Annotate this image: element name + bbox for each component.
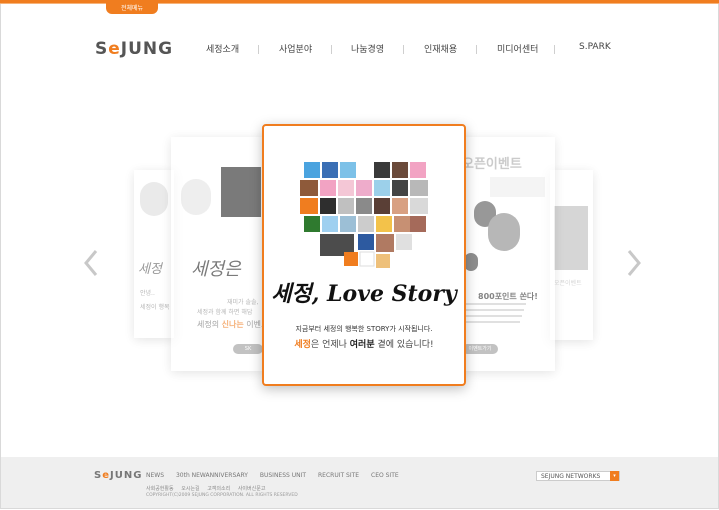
card-caption: 안녕.. — [140, 290, 155, 297]
card-script-text: 세정 — [138, 262, 162, 277]
card-photo — [554, 206, 588, 270]
nav-divider — [554, 45, 555, 54]
sejung-logo[interactable]: SeJUNG — [95, 39, 173, 59]
card-text-line — [464, 315, 522, 317]
footer-link-business-unit[interactable]: BUSINESS UNIT — [260, 472, 306, 479]
carousel-card-far-right[interactable]: 오픈이벤트 — [550, 170, 593, 340]
footer-sublink-csr[interactable]: 사회공헌활동 — [146, 486, 174, 492]
featured-slogan: 세정은 언제나 여러분 곁에 있습니다! — [264, 337, 464, 350]
nav-item-spark[interactable]: S.PARK — [579, 42, 611, 52]
footer-copyright: COPYRIGHT(C)2009 SEJUNG CORPORATION. ALL… — [146, 493, 298, 498]
carousel-card-right[interactable]: 오픈이벤트 800포인트 쏜다! 이벤트가기 — [460, 137, 555, 371]
nav-item-recruit[interactable]: 인재채용 — [424, 42, 457, 55]
logo-e: e — [108, 39, 121, 59]
card-button[interactable]: SK — [233, 344, 263, 354]
card-script-text: 세정은 — [191, 259, 241, 280]
sejung-networks-select[interactable]: SEJUNG NETWORKS ▾ — [536, 471, 620, 481]
logo-s: S — [95, 39, 109, 59]
gift-box-image — [221, 167, 261, 217]
slogan-sejung: 세정 — [294, 340, 311, 350]
card-title-faded: 오픈이벤트 — [554, 280, 582, 287]
nav-item-about[interactable]: 세정소개 — [206, 42, 239, 55]
featured-tagline: 지금부터 세정의 행복한 STORY가 시작됩니다. — [295, 325, 433, 333]
slogan-text: 은 언제나 — [310, 340, 350, 350]
nav-divider — [258, 45, 259, 54]
logo-jung: JUNG — [120, 39, 174, 59]
card-line: 재미가 솔솔, — [227, 299, 259, 306]
card-line-part: 세정의 — [197, 320, 220, 329]
slogan-text: 곁에 있습니다! — [374, 340, 434, 350]
footer-sublink-directions[interactable]: 오시는길 — [181, 486, 199, 492]
balloon-image — [488, 213, 520, 251]
global-nav: 세정소개 사업분야 나눔경영 인재채용 미디어센터 S.PARK — [188, 42, 638, 58]
carousel-prev-button[interactable] — [83, 248, 99, 278]
card-photo — [181, 179, 211, 215]
card-line-part: 이벤트 — [246, 320, 263, 329]
footer-sublink-customer-voice[interactable]: 고객의소리 — [207, 486, 230, 492]
carousel-card-left[interactable]: 세정은 재미가 솔솔, 세정과 함께 하면 해답 세정의 신나는 이벤트 SK — [171, 137, 263, 371]
card-title: 오픈이벤트 — [462, 157, 522, 172]
card-banner — [490, 177, 545, 197]
footer — [1, 457, 718, 508]
nav-item-business[interactable]: 사업분야 — [279, 42, 312, 55]
balloon-image — [464, 253, 478, 271]
card-line: 세정과 함께 하면 해답 — [197, 309, 253, 316]
chevron-down-icon[interactable]: ▾ — [610, 471, 619, 481]
footer-link-ceo-site[interactable]: CEO SITE — [371, 472, 399, 479]
card-caption: 세정이 행복 — [140, 304, 170, 311]
nav-item-sharing[interactable]: 나눔경영 — [351, 42, 384, 55]
card-button[interactable]: 이벤트가기 — [462, 344, 498, 354]
carousel-card-far-left[interactable]: 세정 안녕.. 세정이 행복 — [134, 170, 174, 338]
card-photo — [140, 182, 168, 216]
nav-divider — [476, 45, 477, 54]
all-menu-tab[interactable]: 전체메뉴 — [106, 3, 158, 14]
card-headline: 800포인트 쏜다! — [478, 292, 538, 301]
footer-logo-s: S — [94, 470, 103, 481]
nav-divider — [331, 45, 332, 54]
card-line-highlight: 신나는 — [221, 320, 244, 329]
carousel-card-featured[interactable]: 세정, Love Story 지금부터 세정의 행복한 STORY가 시작됩니다… — [262, 124, 466, 386]
networks-label: SEJUNG NETWORKS — [541, 473, 601, 480]
nav-item-media[interactable]: 미디어센터 — [497, 42, 538, 55]
card-text-line — [464, 309, 524, 311]
love-story-script: 세정, Love Story — [271, 281, 457, 307]
card-line: 세정의 신나는 이벤트 — [197, 319, 263, 330]
footer-logo-jung: JUNG — [110, 470, 143, 481]
card-text-line — [464, 303, 526, 305]
carousel-next-button[interactable] — [626, 248, 642, 278]
footer-links: NEWS 30th NEWANNIVERSARY BUSINESS UNIT R… — [146, 472, 409, 479]
nav-divider — [403, 45, 404, 54]
footer-link-anniversary[interactable]: 30th NEWANNIVERSARY — [176, 472, 248, 479]
footer-sublink-cyber-report[interactable]: 사이버신문고 — [238, 486, 266, 492]
footer-logo[interactable]: SeJUNG — [94, 470, 142, 481]
footer-link-news[interactable]: NEWS — [146, 472, 164, 479]
footer-logo-e: e — [102, 470, 110, 481]
slogan-everyone: 여러분 — [349, 340, 375, 350]
chevron-right-icon — [627, 250, 641, 276]
footer-link-recruit-site[interactable]: RECRUIT SITE — [318, 472, 359, 479]
card-text-line — [464, 321, 520, 323]
footer-sub-links: 사회공헌활동 오시는길 고객의소리 사이버신문고 — [146, 485, 271, 492]
photo-mosaic-heart — [300, 162, 428, 268]
chevron-left-icon — [84, 250, 98, 276]
